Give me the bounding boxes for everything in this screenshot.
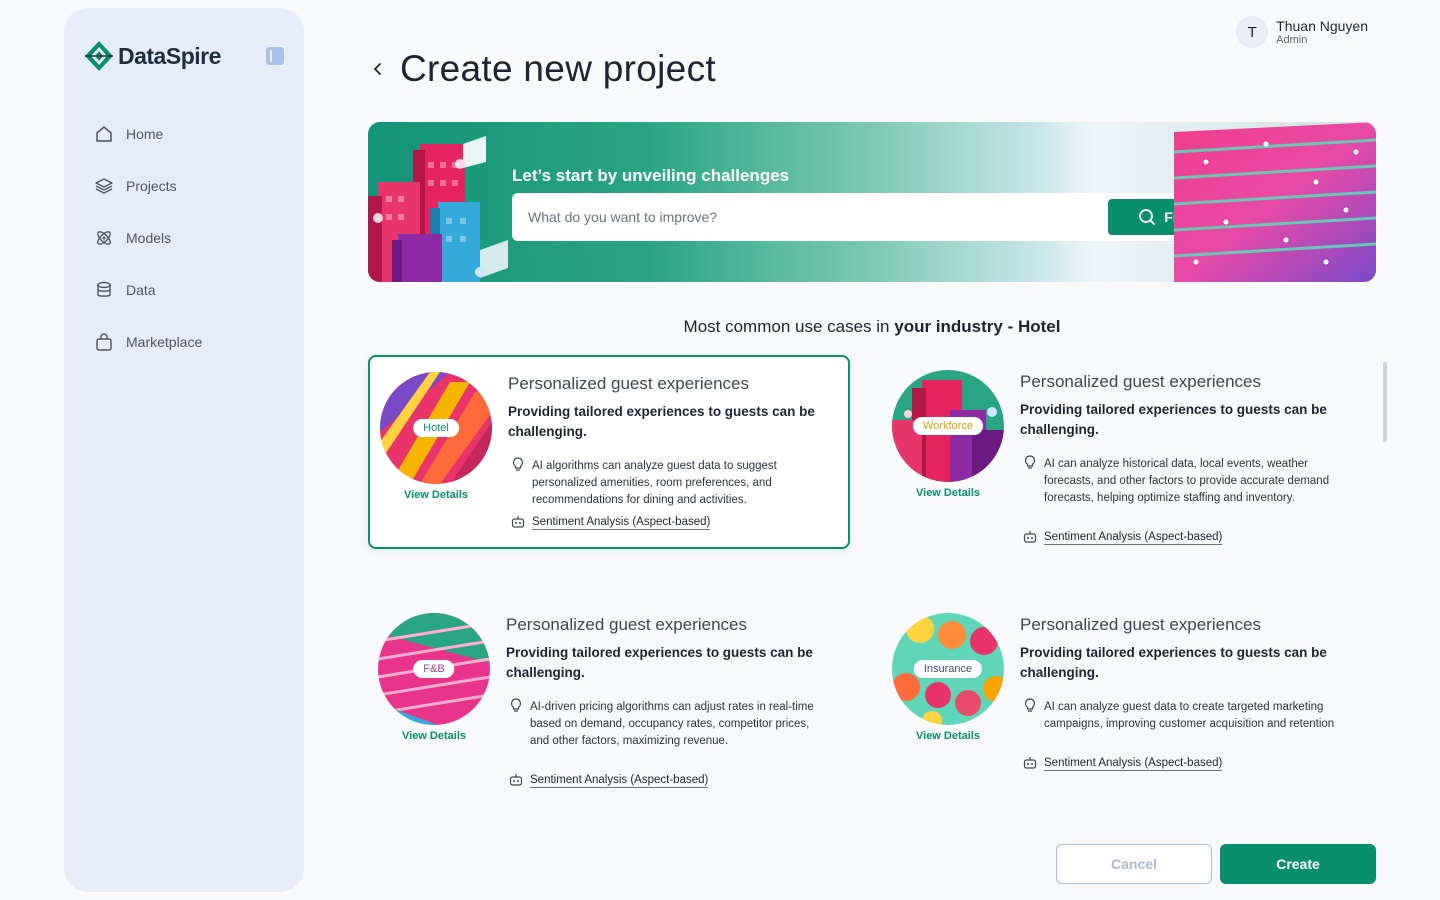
- avatar: T: [1236, 16, 1269, 48]
- use-case-card[interactable]: Insurance View Details Personalized gues…: [882, 598, 1364, 792]
- sidebar-item-label: Home: [126, 126, 164, 142]
- card-subtitle: Providing tailored experiences to guests…: [506, 645, 813, 680]
- section-title-prefix: Most common use cases in: [683, 317, 895, 336]
- robot-icon: [509, 774, 523, 786]
- sidebar-item-models[interactable]: Models: [94, 212, 284, 264]
- lightbulb-icon: [1024, 698, 1036, 712]
- user-name: Thuan Nguyen: [1276, 18, 1368, 34]
- sidebar-item-projects[interactable]: Projects: [94, 160, 284, 212]
- robot-icon: [511, 516, 525, 528]
- sidebar: DataSpire Home Projects Models Data Mark…: [64, 8, 304, 892]
- shopping-bag-icon: [96, 333, 112, 351]
- card-title: Personalized guest experiences: [1020, 615, 1261, 634]
- section-title: Most common use cases in your industry -…: [368, 317, 1376, 337]
- sidebar-item-label: Projects: [126, 178, 177, 194]
- card-title: Personalized guest experiences: [508, 374, 749, 393]
- robot-icon: [1023, 757, 1037, 769]
- banner-title: Let’s start by unveiling challenges: [512, 166, 790, 185]
- use-case-thumbnail: Workforce: [892, 370, 1004, 482]
- cancel-button[interactable]: Cancel: [1056, 844, 1212, 884]
- lightbulb-icon: [1024, 455, 1036, 469]
- search-banner: Let’s start by unveiling challenges Find: [368, 122, 1376, 282]
- sidebar-item-label: Marketplace: [126, 334, 203, 350]
- category-tag: Insurance: [913, 660, 983, 678]
- lightbulb-icon: [510, 698, 522, 712]
- category-tag: Hotel: [413, 419, 459, 437]
- view-details-link[interactable]: View Details: [380, 489, 492, 501]
- sidebar-item-marketplace[interactable]: Marketplace: [94, 316, 284, 368]
- home-icon: [96, 126, 112, 142]
- layers-icon: [95, 178, 113, 194]
- model-link[interactable]: Sentiment Analysis (Aspect-based): [1044, 757, 1223, 771]
- page-title: Create new project: [400, 48, 716, 89]
- card-description: AI can analyze guest data to create targ…: [1044, 701, 1335, 730]
- use-case-thumbnail: Insurance: [892, 613, 1004, 725]
- card-subtitle: Providing tailored experiences to guests…: [508, 404, 815, 439]
- atom-icon: [97, 231, 111, 245]
- use-case-thumbnail: Hotel: [380, 372, 492, 484]
- view-details-link[interactable]: View Details: [378, 730, 490, 742]
- lightbulb-icon: [512, 457, 524, 471]
- search-icon: [1139, 209, 1156, 225]
- scrollbar[interactable]: [1383, 362, 1387, 442]
- user-profile[interactable]: T Thuan Nguyen Admin: [1236, 16, 1368, 48]
- sidebar-item-data[interactable]: Data: [94, 264, 284, 316]
- database-icon: [97, 281, 111, 297]
- view-details-link[interactable]: View Details: [892, 487, 1004, 499]
- use-case-card[interactable]: F&B View Details Personalized guest expe…: [368, 598, 850, 808]
- section-title-industry: your industry - Hotel: [894, 317, 1061, 336]
- brand-name: DataSpire: [118, 42, 221, 69]
- logo[interactable]: DataSpire: [84, 40, 221, 72]
- dataspire-logo-icon: [85, 41, 113, 71]
- buildings-illustration: [368, 136, 508, 282]
- sidebar-item-label: Data: [126, 282, 156, 298]
- sidebar-item-label: Models: [126, 230, 172, 246]
- user-role: Admin: [1276, 34, 1308, 46]
- use-case-card[interactable]: Workforce View Details Personalized gues…: [882, 355, 1364, 565]
- sidebar-item-home[interactable]: Home: [94, 108, 284, 160]
- page-header: Create new project: [370, 48, 716, 90]
- create-button[interactable]: Create: [1220, 844, 1376, 884]
- model-link[interactable]: Sentiment Analysis (Aspect-based): [530, 774, 709, 788]
- card-subtitle: Providing tailored experiences to guests…: [1020, 645, 1327, 680]
- data-waves-illustration: [1173, 122, 1376, 282]
- card-subtitle: Providing tailored experiences to guests…: [1020, 402, 1327, 437]
- model-link[interactable]: Sentiment Analysis (Aspect-based): [532, 516, 711, 530]
- sidebar-nav: Home Projects Models Data Marketplace: [94, 108, 284, 368]
- card-description: AI can analyze historical data, local ev…: [1044, 458, 1330, 504]
- robot-icon: [1023, 531, 1037, 543]
- model-link[interactable]: Sentiment Analysis (Aspect-based): [1044, 531, 1223, 545]
- search-box: Find: [512, 193, 1230, 241]
- card-description: AI-driven pricing algorithms can adjust …: [530, 701, 814, 747]
- view-details-link[interactable]: View Details: [892, 730, 1004, 742]
- card-title: Personalized guest experiences: [506, 615, 747, 634]
- use-case-thumbnail: F&B: [378, 613, 490, 725]
- chevron-left-icon[interactable]: [370, 59, 384, 79]
- search-input[interactable]: [528, 209, 1088, 225]
- category-tag: F&B: [413, 660, 455, 678]
- card-description: AI algorithms can analyze guest data to …: [532, 460, 777, 506]
- category-tag: Workforce: [913, 417, 983, 435]
- use-case-card[interactable]: Hotel View Details Personalized guest ex…: [368, 355, 850, 549]
- card-title: Personalized guest experiences: [1020, 372, 1261, 391]
- sidebar-collapse-icon[interactable]: [266, 47, 284, 65]
